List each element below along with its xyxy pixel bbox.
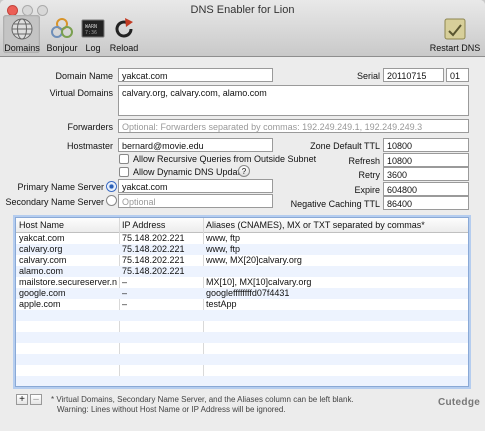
retry-field[interactable]: 3600 <box>383 167 469 181</box>
virtual-domains-label: Virtual Domains <box>49 88 113 98</box>
secondary-name-server-radio[interactable] <box>106 195 117 206</box>
hosts-table[interactable]: Host Name IP Address Aliases (CNAMES), M… <box>15 217 469 387</box>
table-row[interactable]: alamo.com 75.148.202.221 <box>16 266 468 277</box>
window-title: DNS Enabler for Lion <box>190 4 295 16</box>
toolbar-restart-dns-button[interactable]: Restart DNS <box>428 17 482 53</box>
aliases-cell[interactable]: googleffffffffd07f4431 <box>206 288 466 299</box>
table-row[interactable]: mailstore.secureserver.net – MX[10], MX[… <box>16 277 468 288</box>
aliases-cell[interactable]: www, MX[20]calvary.org <box>206 255 466 266</box>
serial-field[interactable]: 20110715 <box>383 68 444 82</box>
table-row[interactable]: calvary.com 75.148.202.221 www, MX[20]ca… <box>16 255 468 266</box>
virtual-domains-field[interactable]: calvary.org, calvary.com, alamo.com <box>118 85 469 116</box>
toolbar-bonjour-button[interactable]: Bonjour <box>44 17 80 53</box>
aliases-cell[interactable]: testApp <box>206 299 466 310</box>
allow-recursive-checkbox[interactable] <box>119 154 129 164</box>
primary-name-server-radio[interactable] <box>106 181 117 192</box>
title-bar: DNS Enabler for Lion Domains Bonjour WAR… <box>0 0 485 57</box>
toolbar-bonjour-label: Bonjour <box>46 43 78 53</box>
hostmaster-label: Hostmaster <box>66 141 113 151</box>
empty-table-row[interactable] <box>16 365 468 376</box>
host-name-cell[interactable]: yakcat.com <box>19 233 117 244</box>
ip-address-cell[interactable]: – <box>122 299 202 310</box>
svg-text:7:36: 7:36 <box>85 30 97 36</box>
empty-table-row[interactable] <box>16 310 468 321</box>
zone-default-ttl-field[interactable]: 10800 <box>383 138 469 152</box>
aliases-cell[interactable]: MX[10], MX[10]calvary.org <box>206 277 466 288</box>
table-row[interactable]: calvary.org 75.148.202.221 www, ftp <box>16 244 468 255</box>
aliases-cell[interactable]: www, ftp <box>206 233 466 244</box>
serial-label: Serial <box>356 71 380 81</box>
table-row[interactable]: google.com – googleffffffffd07f4431 <box>16 288 468 299</box>
host-name-cell[interactable]: mailstore.secureserver.net <box>19 277 117 288</box>
secondary-name-server-field[interactable]: Optional <box>118 194 273 208</box>
negative-caching-ttl-label: Negative Caching TTL <box>290 199 380 209</box>
domain-name-field[interactable]: yakcat.com <box>118 68 273 82</box>
column-header-aliases[interactable]: Aliases (CNAMES), MX or TXT separated by… <box>206 220 425 230</box>
expire-label: Expire <box>354 185 380 195</box>
reload-icon <box>112 17 136 41</box>
ip-address-cell[interactable]: 75.148.202.221 <box>122 266 202 277</box>
console-log-icon: WARN 7:36 <box>81 17 105 41</box>
help-button[interactable]: ? <box>238 165 250 177</box>
globe-icon <box>10 17 34 41</box>
forwarders-field[interactable]: Optional: Forwarders separated by commas… <box>118 119 469 133</box>
allow-dynamic-updates-checkbox[interactable] <box>119 167 129 177</box>
forwarders-label: Forwarders <box>67 122 113 132</box>
remove-row-button[interactable]: – <box>30 394 42 405</box>
ip-address-cell[interactable]: 75.148.202.221 <box>122 244 202 255</box>
primary-name-server-label: Primary Name Server <box>17 182 104 192</box>
app-window: DNS Enabler for Lion Domains Bonjour WAR… <box>0 0 485 431</box>
footnote-line-2: Warning: Lines without Host Name or IP A… <box>57 405 286 414</box>
empty-table-row[interactable] <box>16 332 468 343</box>
bonjour-icon <box>50 17 74 41</box>
empty-table-row[interactable] <box>16 376 468 386</box>
empty-table-row[interactable] <box>16 354 468 365</box>
host-name-cell[interactable]: alamo.com <box>19 266 117 277</box>
host-name-cell[interactable]: calvary.com <box>19 255 117 266</box>
host-name-cell[interactable]: calvary.org <box>19 244 117 255</box>
toolbar-log-label: Log <box>85 43 101 53</box>
ip-address-cell[interactable]: – <box>122 288 202 299</box>
secondary-name-server-label: Secondary Name Server <box>5 197 104 207</box>
refresh-field[interactable]: 10800 <box>383 153 469 167</box>
negative-caching-ttl-field[interactable]: 86400 <box>383 196 469 210</box>
column-header-host-name[interactable]: Host Name <box>19 220 64 230</box>
allow-dynamic-updates-label: Allow Dynamic DNS Updates <box>133 167 250 177</box>
host-name-cell[interactable]: google.com <box>19 288 117 299</box>
allow-recursive-label: Allow Recursive Queries from Outside Sub… <box>133 154 317 164</box>
toolbar-reload-button[interactable]: Reload <box>108 17 140 53</box>
toolbar-reload-label: Reload <box>109 43 139 53</box>
domain-name-label: Domain Name <box>55 71 113 81</box>
refresh-label: Refresh <box>348 156 380 166</box>
ip-address-cell[interactable]: – <box>122 277 202 288</box>
footnote-line-1: * Virtual Domains, Secondary Name Server… <box>51 395 354 404</box>
add-row-button[interactable]: + <box>16 394 28 405</box>
table-row[interactable]: yakcat.com 75.148.202.221 www, ftp <box>16 233 468 244</box>
toolbar-domains-button[interactable]: Domains <box>2 17 42 53</box>
host-name-cell[interactable]: apple.com <box>19 299 117 310</box>
retry-label: Retry <box>358 170 380 180</box>
cutedge-logo: Cutedge <box>438 397 481 408</box>
toolbar-domains-label: Domains <box>4 43 40 53</box>
hostmaster-field[interactable]: bernard@movie.edu <box>118 138 273 152</box>
aliases-cell[interactable]: www, ftp <box>206 244 466 255</box>
ip-address-cell[interactable]: 75.148.202.221 <box>122 255 202 266</box>
empty-table-row[interactable] <box>16 343 468 354</box>
expire-field[interactable]: 604800 <box>383 182 469 196</box>
table-row[interactable]: apple.com – testApp <box>16 299 468 310</box>
ip-address-cell[interactable]: 75.148.202.221 <box>122 233 202 244</box>
primary-name-server-field[interactable]: yakcat.com <box>118 179 273 193</box>
empty-table-row[interactable] <box>16 321 468 332</box>
restart-dns-icon <box>443 17 467 41</box>
toolbar-restart-dns-label: Restart DNS <box>429 43 481 53</box>
serial-suffix-field[interactable]: 01 <box>446 68 469 82</box>
zone-default-ttl-label: Zone Default TTL <box>310 141 380 151</box>
column-header-ip-address[interactable]: IP Address <box>122 220 165 230</box>
toolbar-log-button[interactable]: WARN 7:36 Log <box>80 17 106 53</box>
table-header: Host Name IP Address Aliases (CNAMES), M… <box>16 218 468 233</box>
